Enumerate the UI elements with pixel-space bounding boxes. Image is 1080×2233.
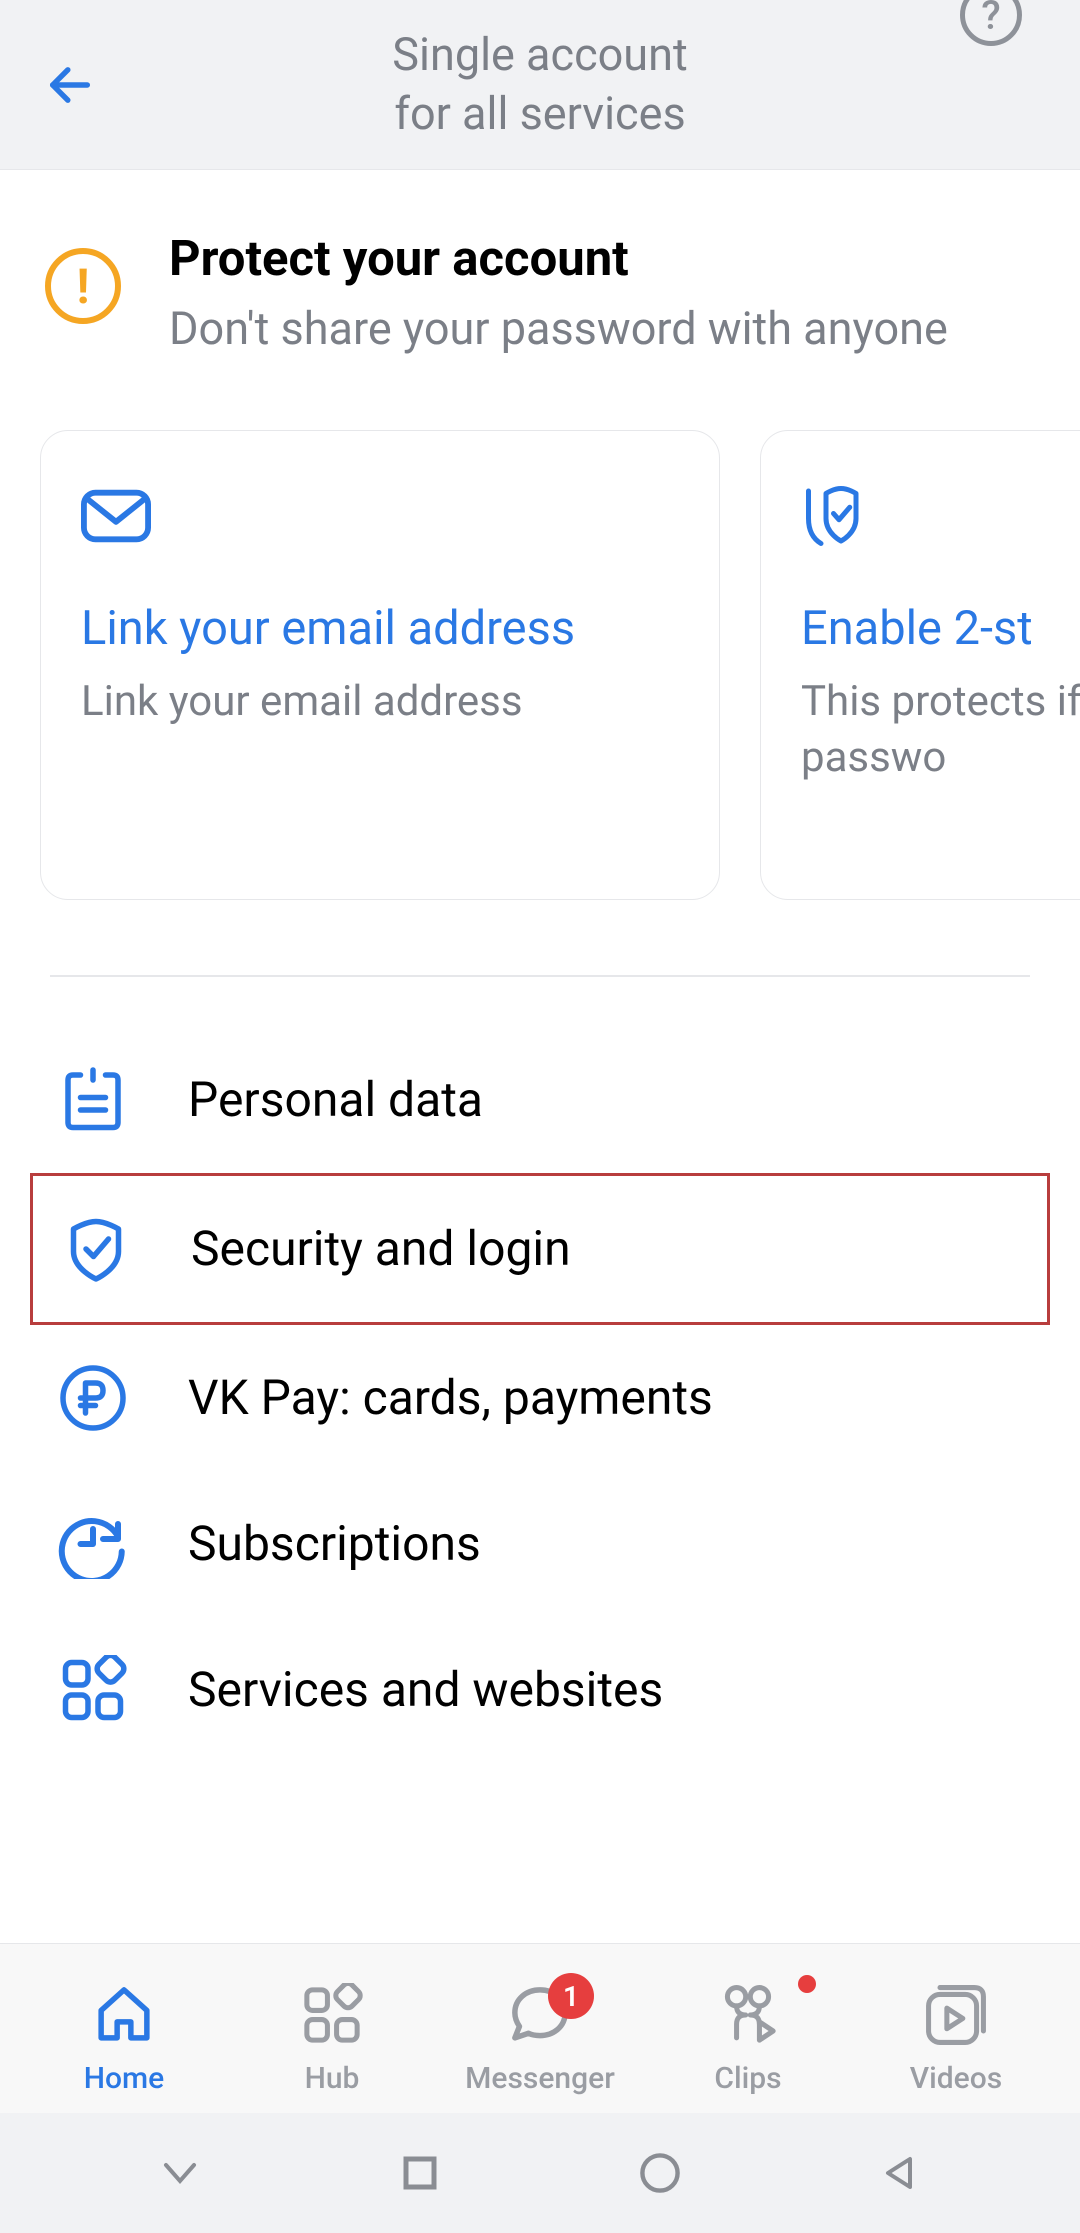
protect-banner: ! Protect your account Don't share your … (0, 170, 1080, 400)
sys-back[interactable] (875, 2148, 925, 2198)
envelope-icon (81, 481, 151, 551)
nav-clips[interactable]: Clips (644, 1981, 852, 2096)
system-navigation (0, 2113, 1080, 2233)
menu-label: Subscriptions (188, 1515, 481, 1572)
nav-label: Messenger (465, 2061, 615, 2096)
nav-label: Home (84, 2061, 165, 2096)
badge: 1 (548, 1973, 594, 2019)
menu-label: Personal data (188, 1071, 483, 1128)
personal-data-icon (58, 1065, 128, 1135)
warning-icon: ! (45, 248, 121, 324)
nav-label: Clips (714, 2061, 781, 2096)
header: Single account for all services ? (0, 0, 1080, 170)
shield-check-icon (801, 481, 871, 551)
card-link-email[interactable]: Link your email address Link your email … (40, 430, 720, 900)
help-button[interactable]: ? (960, 0, 1022, 46)
menu-vk-pay[interactable]: VK Pay: cards, payments (30, 1325, 1050, 1471)
shield-icon (61, 1214, 131, 1284)
nav-label: Hub (305, 2061, 360, 2096)
card-subtitle: Link your email address (81, 674, 679, 731)
divider (50, 975, 1030, 977)
card-2fa[interactable]: Enable 2-st This protects if someone g y… (760, 430, 1080, 900)
menu-security-login[interactable]: Security and login (30, 1173, 1050, 1325)
nav-label: Videos (910, 2061, 1002, 2096)
notification-dot (798, 1975, 816, 1993)
nav-home[interactable]: Home (20, 1981, 228, 2096)
page-title-line2: for all services (392, 85, 687, 144)
sys-recent[interactable] (155, 2148, 205, 2198)
ruble-icon (58, 1363, 128, 1433)
apps-icon (58, 1655, 128, 1725)
protect-subtitle: Don't share your password with anyone (169, 299, 948, 360)
page-title-line1: Single account (392, 26, 687, 85)
menu-subscriptions[interactable]: Subscriptions (30, 1471, 1050, 1617)
nav-videos[interactable]: Videos (852, 1981, 1060, 2096)
menu-label: Services and websites (188, 1661, 663, 1718)
nav-messenger[interactable]: 1 Messenger (436, 1981, 644, 2096)
card-title: Enable 2-st (801, 601, 1080, 656)
menu-label: Security and login (191, 1220, 571, 1277)
menu-personal-data[interactable]: Personal data (30, 1027, 1050, 1173)
clips-icon (714, 1981, 782, 2049)
sys-home[interactable] (635, 2148, 685, 2198)
hub-icon (298, 1981, 366, 2049)
settings-menu: Personal data Security and login VK Pay:… (0, 1027, 1080, 1763)
bottom-navigation: Home Hub 1 Messenger (0, 1943, 1080, 2113)
videos-icon (922, 1981, 990, 2049)
page-title: Single account for all services (392, 26, 687, 143)
protect-title: Protect your account (169, 230, 948, 287)
cards-scroller[interactable]: Link your email address Link your email … (0, 400, 1080, 950)
card-subtitle: This protects if someone g your passwo (801, 674, 1080, 787)
menu-label: VK Pay: cards, payments (188, 1369, 713, 1426)
clock-refresh-icon (58, 1509, 128, 1579)
back-button[interactable] (40, 55, 100, 115)
card-title: Link your email address (81, 601, 679, 656)
nav-hub[interactable]: Hub (228, 1981, 436, 2096)
menu-services[interactable]: Services and websites (30, 1617, 1050, 1763)
question-icon: ? (981, 0, 1000, 39)
sys-overview[interactable] (395, 2148, 445, 2198)
arrow-left-icon (44, 59, 96, 111)
home-icon (90, 1981, 158, 2049)
